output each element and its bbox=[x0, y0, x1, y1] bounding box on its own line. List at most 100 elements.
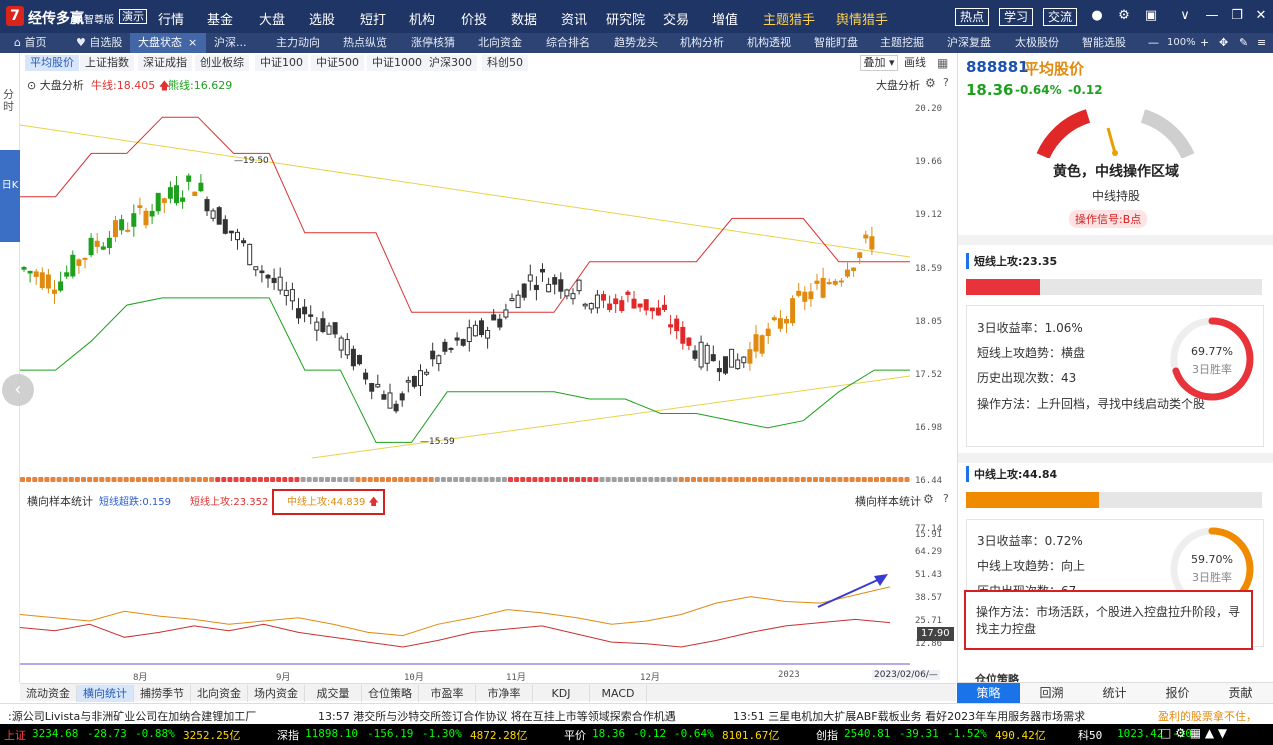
news-item[interactable]: 13:51 三星电机加大扩展ABF载板业务 看好2023年车用服务器市场需求 bbox=[733, 708, 1085, 724]
page-tab[interactable]: 机构分析 bbox=[672, 33, 739, 53]
restore-icon[interactable]: ❐ bbox=[1230, 9, 1244, 23]
main-nav-item[interactable]: 大盘 bbox=[259, 9, 285, 28]
main-nav-item[interactable]: 交易 bbox=[663, 9, 689, 28]
settings-icon[interactable]: ⚙ bbox=[923, 492, 934, 506]
indicator-tab[interactable]: 流动资金 bbox=[20, 685, 77, 702]
signal-dot bbox=[526, 477, 532, 482]
candle-body bbox=[533, 284, 539, 291]
indicator-tab[interactable]: 横向统计 bbox=[77, 685, 134, 702]
signal-dot bbox=[111, 477, 117, 482]
zoom-level: 100% bbox=[1167, 37, 1196, 48]
zoom-in-icon[interactable]: + bbox=[1200, 33, 1209, 53]
main-nav-item[interactable]: 资讯 bbox=[561, 9, 587, 28]
page-tab[interactable]: 沪深... bbox=[206, 33, 268, 53]
main-nav-item[interactable]: 短打 bbox=[360, 9, 386, 28]
theme-nav-item[interactable]: 舆情猎手 bbox=[836, 9, 888, 28]
signal-dot bbox=[337, 477, 343, 482]
learn-button[interactable]: 学习 bbox=[999, 8, 1034, 26]
pen-icon[interactable]: ✎ bbox=[1239, 33, 1248, 53]
page-tab[interactable]: ♥ 自选股 bbox=[68, 33, 130, 53]
main-nav-item[interactable]: 研究院 bbox=[606, 9, 645, 28]
signal-dot bbox=[26, 477, 32, 482]
chevron-down-icon[interactable]: ∨ bbox=[1178, 9, 1192, 23]
zoom-out-icon[interactable]: — bbox=[1148, 33, 1159, 53]
page-tab[interactable]: 智能选股 bbox=[1074, 33, 1142, 53]
indicator-tab[interactable]: 仓位策略 bbox=[362, 685, 419, 702]
close-icon[interactable]: ✕ bbox=[1254, 9, 1268, 23]
index-tab[interactable]: 创业板综 bbox=[195, 55, 249, 71]
page-tab-label: 首页 bbox=[24, 36, 47, 49]
prev-arrow-button[interactable]: ‹ bbox=[2, 374, 34, 406]
window-icon[interactable]: ▣ bbox=[1144, 9, 1158, 23]
index-tab[interactable]: 中证1000 bbox=[367, 55, 427, 71]
page-tab[interactable]: ⌂ 首页 bbox=[6, 33, 68, 53]
page-tab[interactable]: 涨停核猜 bbox=[403, 33, 470, 53]
menu-icon[interactable]: ≡ bbox=[1257, 33, 1266, 53]
page-tab[interactable]: 大盘状态 × bbox=[130, 33, 206, 53]
page-tab[interactable]: 沪深复盘 bbox=[939, 33, 1007, 53]
indicator-tab[interactable]: MACD bbox=[590, 685, 647, 702]
page-tab[interactable]: 主题挖掘 bbox=[872, 33, 939, 53]
gear-icon[interactable]: ⚙ bbox=[1117, 9, 1131, 23]
index-tab[interactable]: 平均股价 bbox=[25, 55, 79, 71]
settings-icon[interactable]: ⚙ bbox=[925, 76, 936, 90]
intraday-tab[interactable]: 分时 bbox=[3, 89, 15, 113]
minimize-icon[interactable]: — bbox=[1205, 9, 1219, 23]
indicator-tab[interactable]: 成交量 bbox=[305, 685, 362, 702]
page-tab[interactable]: 北向资金 bbox=[470, 33, 538, 53]
index-tab[interactable]: 沪深300 bbox=[424, 55, 477, 71]
news-item[interactable]: 13:57 港交所与沙特交所签订合作协议 将在互挂上市等领域探索合作机遇 bbox=[318, 708, 676, 724]
main-nav-item[interactable]: 机构 bbox=[409, 9, 435, 28]
draw-line-button[interactable]: 画线 bbox=[904, 55, 930, 71]
strategy-tab[interactable]: 贡献 bbox=[1209, 683, 1272, 704]
candle-body bbox=[820, 277, 826, 298]
strategy-tab[interactable]: 报价 bbox=[1146, 683, 1209, 704]
ticker-tools[interactable]: □ ⚙ ▦ ▲ ▼ bbox=[1160, 726, 1227, 740]
main-nav-item[interactable]: 增值 bbox=[712, 9, 738, 28]
candle-body bbox=[283, 289, 289, 297]
indicator-tab[interactable]: 市盈率 bbox=[419, 685, 476, 702]
strategy-tab[interactable]: 策略 bbox=[957, 683, 1020, 704]
indicator-toggle[interactable]: ⊙ 大盘分析 bbox=[27, 77, 84, 93]
indicator-tab[interactable]: 捕捞季节 bbox=[134, 685, 191, 702]
page-tab[interactable]: 热点纵览 bbox=[335, 33, 403, 53]
page-tab[interactable]: 趋势龙头 bbox=[606, 33, 672, 53]
news-item[interactable]: :源公司Livista与非洲矿业公司在加纳合建锂加工厂 bbox=[8, 708, 256, 724]
index-tab[interactable]: 中证100 bbox=[255, 55, 308, 71]
indicator-tab[interactable]: 场内资金 bbox=[248, 685, 305, 702]
move-icon[interactable]: ✥ bbox=[1219, 33, 1228, 53]
communicate-button[interactable]: 交流 bbox=[1043, 8, 1078, 26]
strategy-tab[interactable]: 回溯 bbox=[1020, 683, 1083, 704]
signal-dot bbox=[215, 477, 221, 482]
theme-nav-item[interactable]: 主题猎手 bbox=[763, 9, 815, 28]
grid-icon[interactable]: ▦ bbox=[937, 56, 948, 70]
help-icon[interactable]: ? bbox=[943, 492, 949, 505]
indicator-tab[interactable]: 市净率 bbox=[476, 685, 533, 702]
close-icon[interactable]: × bbox=[188, 36, 197, 49]
main-nav-item[interactable]: 基金 bbox=[207, 9, 233, 28]
page-tab[interactable]: 主力动向 bbox=[268, 33, 335, 53]
main-nav-item[interactable]: 行情 bbox=[158, 9, 184, 28]
signal-dot bbox=[599, 477, 605, 482]
index-tab[interactable]: 中证500 bbox=[311, 55, 364, 71]
index-tab[interactable]: 深证成指 bbox=[138, 55, 192, 71]
page-tab[interactable]: 综合排名 bbox=[538, 33, 606, 53]
indicator-tab[interactable]: KDJ bbox=[533, 685, 590, 702]
page-tab[interactable]: 智能盯盘 bbox=[806, 33, 872, 53]
page-tab[interactable]: 太极股份 bbox=[1007, 33, 1074, 53]
user-icon[interactable]: ● bbox=[1090, 9, 1104, 23]
sub-y-tick-label: 51.43 bbox=[915, 570, 943, 580]
hot-button[interactable]: 热点 bbox=[955, 8, 990, 26]
index-tab[interactable]: 上证指数 bbox=[80, 55, 134, 71]
page-tab[interactable]: 机构透视 bbox=[739, 33, 806, 53]
news-promo[interactable]: 盈利的股票拿不住， bbox=[1158, 708, 1257, 724]
daily-k-tab[interactable]: 日K bbox=[0, 150, 20, 242]
index-tab[interactable]: 科创50 bbox=[482, 55, 528, 71]
overlay-dropdown[interactable]: 叠加 ▾ bbox=[860, 55, 898, 71]
help-icon[interactable]: ? bbox=[943, 76, 949, 89]
main-nav-item[interactable]: 价投 bbox=[461, 9, 487, 28]
main-nav-item[interactable]: 数据 bbox=[511, 9, 537, 28]
main-nav-item[interactable]: 选股 bbox=[309, 9, 335, 28]
indicator-tab[interactable]: 北向资金 bbox=[191, 685, 248, 702]
strategy-tab[interactable]: 统计 bbox=[1083, 683, 1146, 704]
